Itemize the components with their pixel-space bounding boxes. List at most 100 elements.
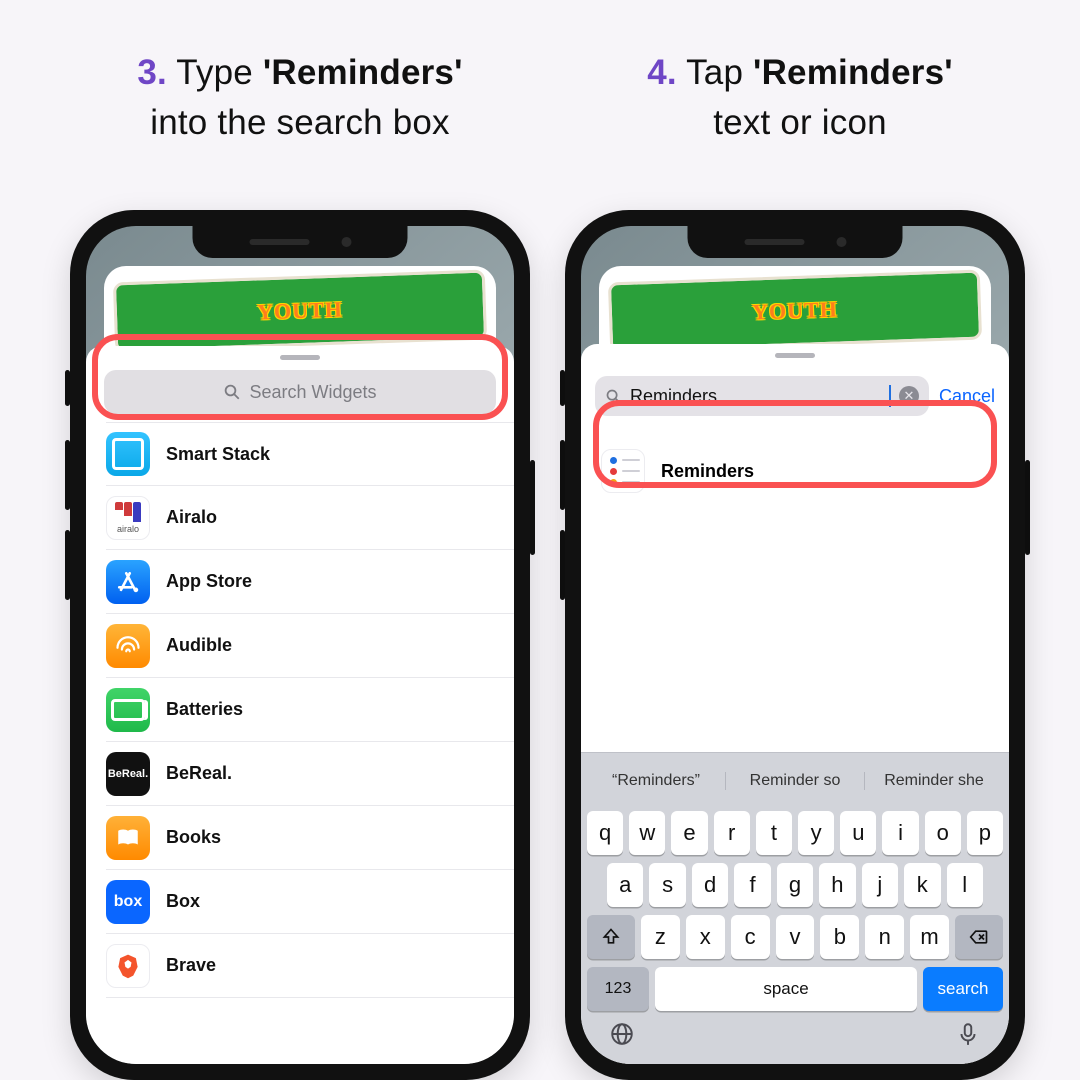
notch [688, 226, 903, 258]
suggestion[interactable]: Reminder she [865, 772, 1003, 790]
key-s[interactable]: s [649, 863, 685, 907]
clear-search-icon[interactable]: ✕ [899, 386, 919, 406]
step-number: 3. [137, 53, 167, 92]
key-x[interactable]: x [686, 915, 725, 959]
search-result-reminders[interactable]: Reminders [601, 440, 993, 502]
search-value: Reminders [630, 386, 881, 407]
sheet-grabber[interactable] [775, 353, 815, 358]
keyboard: “Reminders” Reminder so Reminder she qwe… [581, 752, 1009, 1064]
key-e[interactable]: e [671, 811, 707, 855]
step3-bold: 'Reminders' [263, 53, 463, 92]
widget-label: Batteries [166, 699, 243, 720]
search-icon [223, 383, 241, 401]
key-t[interactable]: t [756, 811, 792, 855]
key-p[interactable]: p [967, 811, 1003, 855]
power-button [1025, 460, 1030, 555]
widget-row-smart-stack[interactable]: Smart Stack [106, 422, 514, 486]
key-w[interactable]: w [629, 811, 665, 855]
step4-text-b: text or icon [713, 103, 887, 142]
text-cursor [889, 385, 891, 407]
result-label: Reminders [661, 461, 754, 482]
search-icon [605, 388, 622, 405]
key-z[interactable]: z [641, 915, 680, 959]
step4-bold: 'Reminders' [753, 53, 953, 92]
key-m[interactable]: m [910, 915, 949, 959]
widget-label: Books [166, 827, 221, 848]
smart-stack-icon [106, 432, 150, 476]
widget-label: Brave [166, 955, 216, 976]
search-widgets-field[interactable]: Search Widgets [104, 370, 496, 414]
widget-row-airalo[interactable]: airalo Airalo [106, 486, 514, 550]
key-c[interactable]: c [731, 915, 770, 959]
widget-label: App Store [166, 571, 252, 592]
bereal-icon: BeReal. [106, 752, 150, 796]
suggestion[interactable]: “Reminders” [587, 772, 726, 790]
cancel-button[interactable]: Cancel [939, 386, 995, 407]
widget-row-brave[interactable]: Brave [106, 934, 514, 998]
key-n[interactable]: n [865, 915, 904, 959]
key-h[interactable]: h [819, 863, 855, 907]
key-y[interactable]: y [798, 811, 834, 855]
power-button [530, 460, 535, 555]
key-l[interactable]: l [947, 863, 983, 907]
key-b[interactable]: b [820, 915, 859, 959]
box-icon: box [106, 880, 150, 924]
key-k[interactable]: k [904, 863, 940, 907]
widget-label: Box [166, 891, 200, 912]
key-g[interactable]: g [777, 863, 813, 907]
key-f[interactable]: f [734, 863, 770, 907]
widget-row-bereal[interactable]: BeReal. BeReal. [106, 742, 514, 806]
shift-key[interactable] [587, 915, 635, 959]
books-icon [106, 816, 150, 860]
volume-down [560, 530, 565, 600]
volume-down [65, 530, 70, 600]
volume-up [65, 440, 70, 510]
wallpaper-banner: YOUTH [113, 270, 487, 353]
brave-icon [106, 944, 150, 988]
sheet-grabber[interactable] [280, 355, 320, 360]
notch [193, 226, 408, 258]
key-i[interactable]: i [882, 811, 918, 855]
silence-switch [65, 370, 70, 406]
step4-text-a: Tap [686, 53, 753, 92]
step3-text-a: Type [176, 53, 263, 92]
phone-left: YOUTH Search Widgets Smart Stack [70, 210, 530, 1080]
widget-picker-sheet: Reminders ✕ Cancel Reminders [581, 344, 1009, 1064]
globe-icon[interactable] [609, 1021, 635, 1047]
mic-icon[interactable] [955, 1021, 981, 1047]
widget-row-app-store[interactable]: App Store [106, 550, 514, 614]
batteries-icon [106, 688, 150, 732]
space-key[interactable]: space [655, 967, 917, 1011]
reminders-icon [601, 449, 645, 493]
widget-row-books[interactable]: Books [106, 806, 514, 870]
silence-switch [560, 370, 565, 406]
widget-row-batteries[interactable]: Batteries [106, 678, 514, 742]
suggestion-bar: “Reminders” Reminder so Reminder she [587, 759, 1003, 803]
key-d[interactable]: d [692, 863, 728, 907]
app-store-icon [106, 560, 150, 604]
audible-icon [106, 624, 150, 668]
widget-picker-sheet: Search Widgets Smart Stack airalo Airalo [86, 346, 514, 1064]
key-q[interactable]: q [587, 811, 623, 855]
widget-label: BeReal. [166, 763, 232, 784]
widget-row-box[interactable]: box Box [106, 870, 514, 934]
instruction-step-3: 3. Type 'Reminders' into the search box [60, 48, 540, 147]
key-r[interactable]: r [714, 811, 750, 855]
numbers-key[interactable]: 123 [587, 967, 649, 1011]
widget-label: Smart Stack [166, 444, 270, 465]
widgets-list[interactable]: Smart Stack airalo Airalo App Store [86, 422, 514, 998]
key-j[interactable]: j [862, 863, 898, 907]
search-key[interactable]: search [923, 967, 1003, 1011]
key-o[interactable]: o [925, 811, 961, 855]
key-u[interactable]: u [840, 811, 876, 855]
suggestion[interactable]: Reminder so [726, 772, 865, 790]
key-a[interactable]: a [607, 863, 643, 907]
backspace-key[interactable] [955, 915, 1003, 959]
key-v[interactable]: v [776, 915, 815, 959]
airalo-icon: airalo [106, 496, 150, 540]
wallpaper-banner: YOUTH [608, 270, 982, 353]
widget-row-audible[interactable]: Audible [106, 614, 514, 678]
search-widgets-field[interactable]: Reminders ✕ [595, 376, 929, 416]
phone-right: YOUTH Reminders ✕ Cancel [565, 210, 1025, 1080]
step-number: 4. [647, 53, 677, 92]
